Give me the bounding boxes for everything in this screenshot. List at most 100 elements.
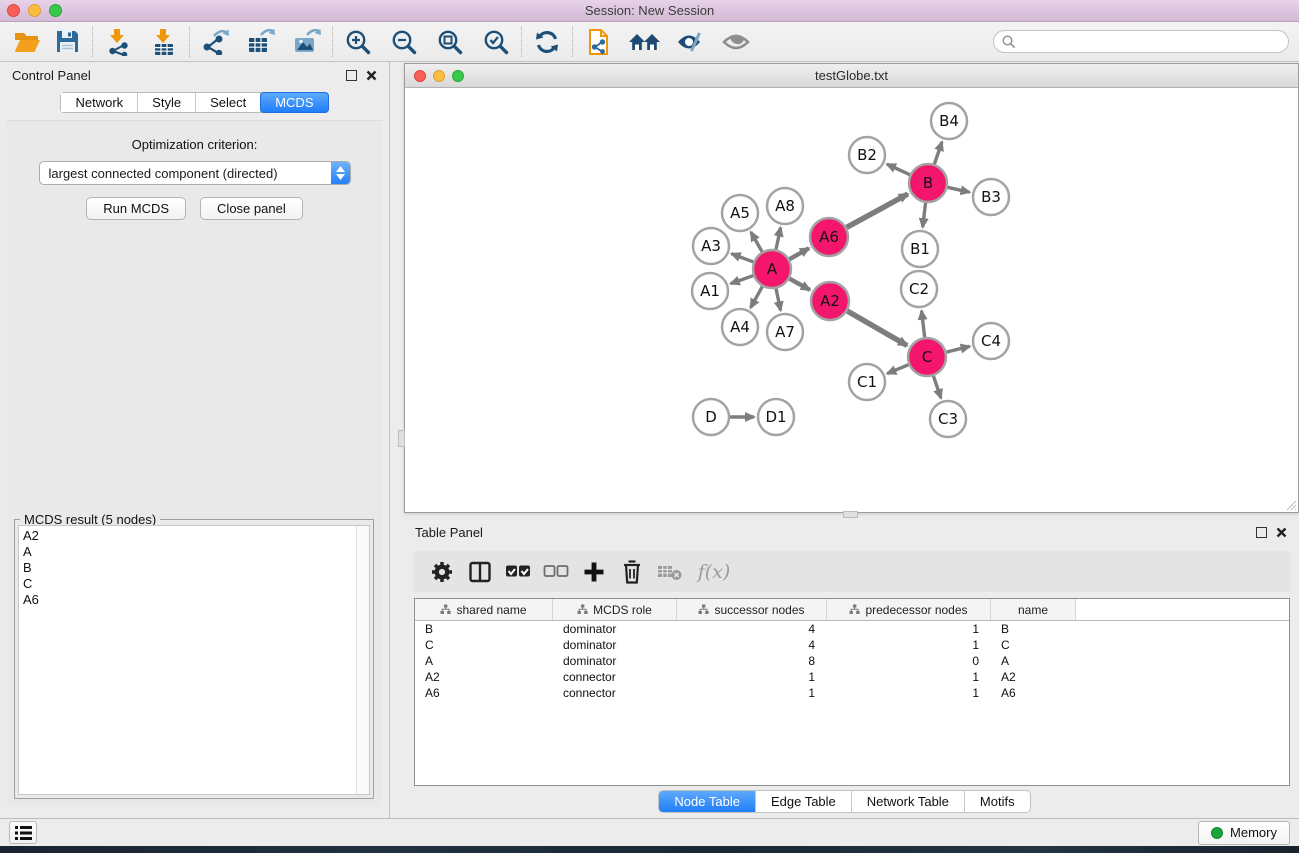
node-C4[interactable]: C4 xyxy=(973,323,1009,359)
list-item[interactable]: A2 xyxy=(23,528,352,544)
list-item[interactable]: B xyxy=(23,560,352,576)
edge-C-C2[interactable] xyxy=(922,311,925,337)
table-float-panel-icon[interactable] xyxy=(1256,527,1267,538)
search-input[interactable] xyxy=(1016,35,1280,49)
column-header-predecessor-nodes[interactable]: predecessor nodes xyxy=(827,599,991,620)
node-A4[interactable]: A4 xyxy=(722,309,758,345)
edge-A-A4[interactable] xyxy=(751,287,763,308)
import-table-button[interactable] xyxy=(147,26,181,58)
export-image-button[interactable] xyxy=(290,26,324,58)
tab-mcds[interactable]: MCDS xyxy=(260,92,328,113)
edge-C-C4[interactable] xyxy=(946,346,969,352)
node-D[interactable]: D xyxy=(693,399,729,435)
edge-A-A7[interactable] xyxy=(776,289,781,311)
refresh-button[interactable] xyxy=(530,26,564,58)
list-item[interactable]: C xyxy=(23,576,352,592)
network-window-titlebar[interactable]: testGlobe.txt xyxy=(405,64,1298,88)
close-panel-button[interactable]: Close panel xyxy=(200,197,303,220)
node-B3[interactable]: B3 xyxy=(973,179,1009,215)
home-button[interactable] xyxy=(627,26,661,58)
node-A7[interactable]: A7 xyxy=(767,314,803,350)
table-row[interactable]: Bdominator41B xyxy=(415,621,1289,637)
node-B4[interactable]: B4 xyxy=(931,103,967,139)
node-C2[interactable]: C2 xyxy=(901,271,937,307)
node-A8[interactable]: A8 xyxy=(767,188,803,224)
edge-B-B3[interactable] xyxy=(948,187,970,192)
edge-C-C3[interactable] xyxy=(933,376,941,398)
export-network-button[interactable] xyxy=(198,26,232,58)
network-from-file-button[interactable] xyxy=(581,26,615,58)
show-all-button[interactable] xyxy=(719,26,753,58)
list-item[interactable]: A6 xyxy=(23,592,352,608)
edge-A-A1[interactable] xyxy=(731,276,753,284)
tab-select[interactable]: Select xyxy=(196,93,261,112)
close-panel-icon[interactable] xyxy=(366,70,377,81)
table-row[interactable]: A6connector11A6 xyxy=(415,685,1289,701)
node-A1[interactable]: A1 xyxy=(692,273,728,309)
run-mcds-button[interactable]: Run MCDS xyxy=(86,197,186,220)
zoom-in-button[interactable] xyxy=(341,26,375,58)
task-history-button[interactable] xyxy=(9,821,37,844)
tab-motifs[interactable]: Motifs xyxy=(965,791,1030,812)
splitter-handle-left[interactable] xyxy=(398,430,405,447)
search-field[interactable] xyxy=(993,30,1289,53)
tab-edge-table[interactable]: Edge Table xyxy=(756,791,852,812)
table-row[interactable]: Adominator80A xyxy=(415,653,1289,669)
network-canvas[interactable]: AA1A2A3A4A5A6A7A8BB1B2B3B4CC1C2C3C4DD1 xyxy=(405,88,1298,512)
edge-B-B1[interactable] xyxy=(923,203,926,227)
edge-A-A2[interactable] xyxy=(790,279,810,290)
float-panel-icon[interactable] xyxy=(346,70,357,81)
list-scrollbar[interactable] xyxy=(356,526,369,794)
save-session-button[interactable] xyxy=(50,26,84,58)
hide-selected-button[interactable] xyxy=(673,26,707,58)
split-view-button[interactable] xyxy=(461,555,499,589)
list-item[interactable]: A xyxy=(23,544,352,560)
table-row[interactable]: Cdominator41C xyxy=(415,637,1289,653)
node-B1[interactable]: B1 xyxy=(902,231,938,267)
edge-A-A6[interactable] xyxy=(789,248,809,259)
node-A2[interactable]: A2 xyxy=(811,282,849,320)
tab-node-table[interactable]: Node Table xyxy=(659,791,756,812)
column-header-successor-nodes[interactable]: successor nodes xyxy=(677,599,827,620)
export-table-button[interactable] xyxy=(244,26,278,58)
column-header-name[interactable]: name xyxy=(991,599,1076,620)
zoom-selected-button[interactable] xyxy=(479,26,513,58)
delete-column-button[interactable] xyxy=(613,555,651,589)
edge-A-A3[interactable] xyxy=(732,254,754,262)
node-D1[interactable]: D1 xyxy=(758,399,794,435)
tab-style[interactable]: Style xyxy=(138,93,196,112)
zoom-fit-button[interactable] xyxy=(433,26,467,58)
edge-A6-B[interactable] xyxy=(847,194,908,227)
table-settings-button[interactable] xyxy=(423,555,461,589)
tab-network[interactable]: Network xyxy=(61,93,138,112)
node-C[interactable]: C xyxy=(908,338,946,376)
memory-button[interactable]: Memory xyxy=(1198,821,1290,845)
criterion-dropdown[interactable]: largest connected component (directed) xyxy=(39,161,351,185)
resize-grip-icon[interactable] xyxy=(1285,499,1297,511)
table-close-panel-icon[interactable] xyxy=(1276,527,1287,538)
node-A6[interactable]: A6 xyxy=(810,218,848,256)
edge-B-B4[interactable] xyxy=(934,142,942,164)
function-builder-button[interactable]: f(x) xyxy=(689,555,739,589)
node-B[interactable]: B xyxy=(909,164,947,202)
add-column-button[interactable] xyxy=(575,555,613,589)
deselect-all-button[interactable] xyxy=(537,555,575,589)
select-all-button[interactable] xyxy=(499,555,537,589)
node-A5[interactable]: A5 xyxy=(722,195,758,231)
node-A3[interactable]: A3 xyxy=(693,228,729,264)
open-file-button[interactable] xyxy=(10,26,44,58)
column-header-shared-name[interactable]: shared name xyxy=(415,599,553,620)
import-network-button[interactable] xyxy=(101,26,135,58)
edge-A-A8[interactable] xyxy=(776,228,781,250)
tab-network-table[interactable]: Network Table xyxy=(852,791,965,812)
splitter-handle-bottom[interactable] xyxy=(843,511,858,518)
node-A[interactable]: A xyxy=(753,250,791,288)
table-row[interactable]: A2connector11A2 xyxy=(415,669,1289,685)
edge-B-B2[interactable] xyxy=(887,164,910,174)
zoom-out-button[interactable] xyxy=(387,26,421,58)
node-C1[interactable]: C1 xyxy=(849,364,885,400)
edge-A2-C[interactable] xyxy=(847,311,907,346)
delete-table-button[interactable] xyxy=(651,555,689,589)
edge-C-C1[interactable] xyxy=(887,365,908,374)
node-C3[interactable]: C3 xyxy=(930,401,966,437)
